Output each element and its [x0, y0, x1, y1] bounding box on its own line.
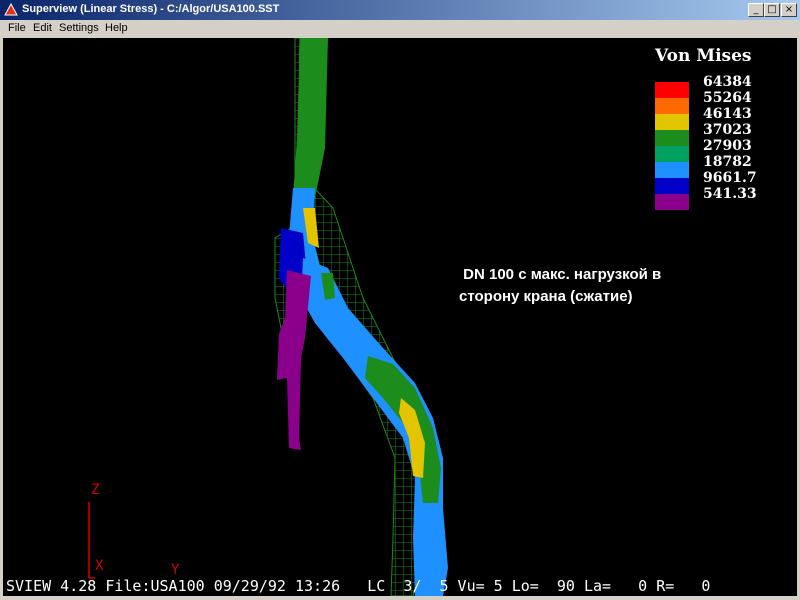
app-icon [4, 3, 18, 16]
legend-swatch [655, 178, 689, 194]
menu-file[interactable]: File [8, 22, 26, 34]
menu-edit[interactable]: Edit [33, 22, 52, 34]
menu-help[interactable]: Help [105, 22, 128, 34]
legend-label: 18782 [703, 154, 752, 170]
legend-title: Von Mises [655, 46, 752, 66]
legend-label: 541.33 [703, 186, 757, 202]
legend-swatch [655, 146, 689, 162]
status-line: SVIEW 4.28 File:USA100 09/29/92 13:26 LC… [6, 577, 711, 595]
maximize-button[interactable]: □ [764, 3, 780, 17]
legend-label: 37023 [703, 122, 752, 138]
title-bar: Superview (Linear Stress) - C:/Algor/USA… [0, 0, 800, 20]
legend-label: 64384 [703, 74, 752, 90]
stress-plot-canvas[interactable]: Von Mises 64384 55264 46143 37023 27903 … [3, 38, 797, 596]
menu-bar: File Edit Settings Help [0, 20, 800, 38]
minimize-button[interactable]: _ [748, 3, 764, 17]
legend-swatch [655, 162, 689, 178]
annotation-line-2: сторону крана (сжатие) [459, 288, 633, 305]
annotation-text: DN 100 с макс. нагрузкой в сторону крана… [459, 264, 661, 308]
legend-swatch [655, 194, 689, 210]
window-title: Superview (Linear Stress) - C:/Algor/USA… [22, 3, 280, 15]
annotation-line-1: DN 100 с макс. нагрузкой в [459, 266, 662, 283]
legend-label: 55264 [703, 90, 752, 106]
legend-swatch [655, 130, 689, 146]
legend-label: 27903 [703, 138, 752, 154]
menu-settings[interactable]: Settings [59, 22, 99, 34]
axis-x-label: X [95, 558, 104, 574]
close-button[interactable]: × [781, 3, 797, 17]
legend-swatch [655, 82, 689, 98]
axis-z-label: Z [91, 482, 100, 498]
legend-label: 46143 [703, 106, 752, 122]
legend-swatch [655, 98, 689, 114]
legend-label: 9661.7 [703, 170, 757, 186]
legend-swatch [655, 114, 689, 130]
